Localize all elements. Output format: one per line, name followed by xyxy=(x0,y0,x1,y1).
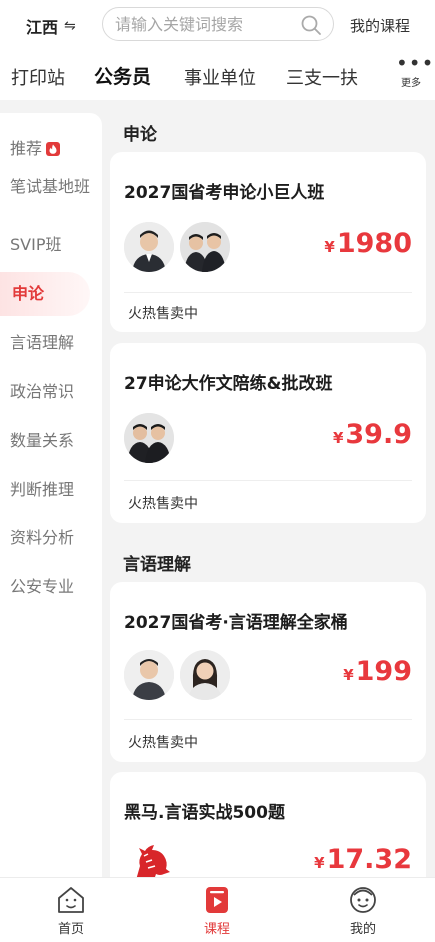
sidebar-item-police[interactable]: 公安专业 xyxy=(10,576,90,598)
teacher-avatar xyxy=(180,222,230,272)
nav-profile[interactable]: 我的 xyxy=(328,884,398,937)
search-input[interactable] xyxy=(115,14,295,34)
nav-courses[interactable]: 课程 xyxy=(182,884,252,937)
sidebar-item-quantitative[interactable]: 数量关系 xyxy=(10,430,90,452)
card-divider xyxy=(124,480,412,481)
course-title: 2027国省考·言语理解全家桶 xyxy=(124,613,348,633)
course-title: 2027国省考申论小巨人班 xyxy=(124,183,325,203)
app-root: 江西 ⇋ 我的课程 打印站 公务员 事业单位 三支一扶 ••• 更多 推荐 笔 xyxy=(0,0,435,942)
currency-symbol: ¥ xyxy=(343,666,354,684)
home-icon xyxy=(58,887,84,913)
card-divider xyxy=(124,292,412,293)
sidebar-item-data-analysis[interactable]: 资料分析 xyxy=(10,527,90,549)
course-card[interactable]: 27申论大作文陪练&批改班 ¥39.9 火热售卖中 xyxy=(110,343,426,523)
teacher-avatar xyxy=(124,222,174,272)
section-title-verbal: 言语理解 xyxy=(123,555,191,575)
course-price: ¥1980 xyxy=(324,228,412,259)
sidebar-item-verbal[interactable]: 言语理解 xyxy=(10,332,90,354)
teacher-avatar xyxy=(124,650,174,700)
dark-horse-logo xyxy=(130,842,174,882)
nav-courses-label: 课程 xyxy=(203,922,230,937)
tab-three-supports[interactable]: 三支一扶 xyxy=(286,64,358,90)
currency-symbol: ¥ xyxy=(332,429,344,447)
hot-fire-icon xyxy=(46,141,61,156)
tab-civil-servant[interactable]: 公务员 xyxy=(92,62,154,92)
sidebar-item-reasoning[interactable]: 判断推理 xyxy=(10,479,90,501)
more-label: 更多 xyxy=(401,78,421,89)
profile-mascot-icon xyxy=(350,887,376,913)
course-card[interactable]: 2027国省考·言语理解全家桶 ¥199 火热售卖中 xyxy=(110,582,426,762)
sidebar-item-shenlun[interactable]: 申论 xyxy=(0,272,90,316)
price-value: 17.32 xyxy=(326,844,412,875)
nav-profile-label: 我的 xyxy=(349,922,376,937)
sale-status: 火热售卖中 xyxy=(128,306,198,322)
sale-status: 火热售卖中 xyxy=(128,496,198,512)
tab-print-station[interactable]: 打印站 xyxy=(11,64,65,90)
sidebar-item-label: 推荐 xyxy=(10,139,43,158)
course-title: 黑马.言语实战500题 xyxy=(124,803,285,823)
more-dots-icon: ••• xyxy=(396,51,435,75)
sale-status: 火热售卖中 xyxy=(128,735,198,751)
tab-civil-servant-label: 公务员 xyxy=(94,66,152,88)
sidebar-item-written-exam-base[interactable]: 笔试基地班 xyxy=(10,176,90,198)
price-value: 39.9 xyxy=(345,419,412,450)
sidebar-item-svip[interactable]: SVIP班 xyxy=(10,234,90,256)
card-divider xyxy=(124,719,412,720)
course-price: ¥39.9 xyxy=(333,419,412,450)
swap-arrows-icon: ⇋ xyxy=(64,18,76,34)
top-bar: 江西 ⇋ 我的课程 xyxy=(0,0,435,50)
teacher-avatar xyxy=(124,413,174,463)
course-price: ¥199 xyxy=(343,656,412,687)
course-card[interactable]: 2027国省考申论小巨人班 ¥1980 火热售卖中 xyxy=(110,152,426,332)
sidebar: 推荐 笔试基地班 SVIP班 申论 言语理解 政治常识 数量关系 判断推理 资料… xyxy=(0,113,102,883)
region-label: 江西 xyxy=(26,18,59,37)
nav-home[interactable]: 首页 xyxy=(36,884,106,937)
course-price: ¥17.32 xyxy=(314,844,412,875)
search-icon[interactable] xyxy=(300,14,322,36)
teacher-avatar xyxy=(180,650,230,700)
tab-public-institution[interactable]: 事业单位 xyxy=(184,64,256,90)
region-selector[interactable]: 江西 ⇋ xyxy=(26,14,76,38)
sidebar-item-recommend[interactable]: 推荐 xyxy=(10,138,90,160)
more-button[interactable]: ••• 更多 xyxy=(396,51,435,89)
search-box[interactable] xyxy=(102,7,334,41)
price-value: 199 xyxy=(355,656,412,687)
sidebar-item-politics[interactable]: 政治常识 xyxy=(10,381,90,403)
currency-symbol: ¥ xyxy=(324,238,335,256)
category-tabs: 打印站 公务员 事业单位 三支一扶 ••• 更多 xyxy=(0,50,435,100)
course-play-icon xyxy=(206,887,228,913)
price-value: 1980 xyxy=(336,228,412,259)
section-title-shenlun: 申论 xyxy=(123,125,157,145)
currency-symbol: ¥ xyxy=(314,854,325,872)
nav-home-label: 首页 xyxy=(57,922,84,937)
course-card[interactable]: 黑马.言语实战500题 ¥17.32 xyxy=(110,772,426,892)
my-courses-link[interactable]: 我的课程 xyxy=(350,15,410,36)
course-title: 27申论大作文陪练&批改班 xyxy=(124,374,333,394)
bottom-nav: 首页 课程 我的 xyxy=(0,877,435,942)
